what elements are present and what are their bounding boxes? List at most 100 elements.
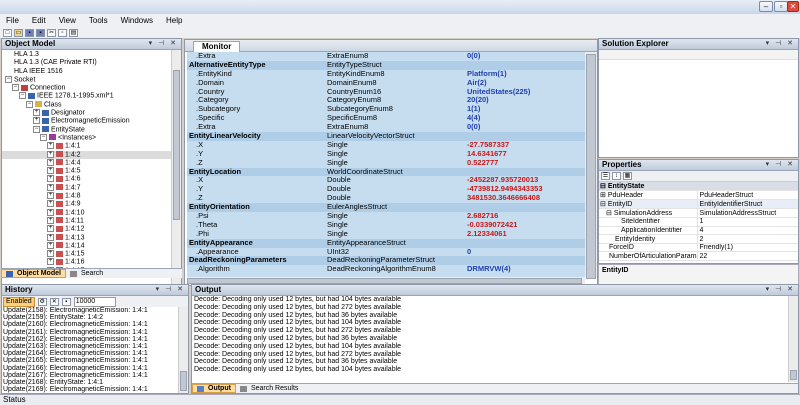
collapse-icon[interactable]: − bbox=[40, 133, 47, 141]
tree-item[interactable]: + Designator bbox=[2, 109, 171, 117]
cut-icon[interactable]: ✂ bbox=[47, 28, 56, 37]
save-all-icon[interactable]: ▪ bbox=[36, 28, 45, 37]
tree-item[interactable]: +1:4:8 bbox=[2, 192, 171, 200]
monitor-row[interactable]: .Y Single 14.6341677 bbox=[187, 149, 585, 159]
history-item[interactable]: Update(2166): ElectromagneticEmission: 1… bbox=[2, 365, 178, 372]
monitor-row[interactable]: .Algorithm DeadReckoningAlgorithmEnum8 DRM… bbox=[187, 264, 585, 274]
menu-tools[interactable]: Tools bbox=[89, 16, 108, 25]
property-value[interactable]: PduHeaderStruct bbox=[696, 190, 798, 201]
tree-item[interactable]: +1:4:2 bbox=[2, 150, 171, 159]
maximize-icon[interactable]: ▫ bbox=[774, 1, 788, 12]
history-item[interactable]: Update(2159): EntityState: 1:4:2 bbox=[2, 314, 178, 321]
history-scrollbar[interactable] bbox=[178, 307, 188, 393]
monitor-row[interactable]: .Country CountryEnum16 UnitedStates(225) bbox=[187, 87, 585, 97]
property-value[interactable]: 4 bbox=[696, 226, 798, 236]
tree-item[interactable]: HLA 1.3 (CAE Private RTI) bbox=[2, 59, 171, 67]
property-row[interactable]: ⊞ PduHeader PduHeaderStruct bbox=[599, 190, 798, 201]
menu-edit[interactable]: Edit bbox=[32, 16, 46, 25]
property-row[interactable]: ⊟ SimulationAddress SimulationAddressStru… bbox=[599, 208, 798, 219]
filter-icon[interactable]: ⚙ bbox=[37, 297, 47, 306]
print-icon[interactable]: ▤ bbox=[69, 28, 78, 37]
tab-output[interactable]: Output bbox=[192, 384, 236, 393]
expand-icon[interactable]: + bbox=[47, 225, 54, 233]
monitor-row[interactable]: .Psi Single 2.682716 bbox=[187, 211, 585, 221]
property-row[interactable]: EntityIdentity 2 bbox=[599, 234, 798, 244]
monitor-row[interactable]: EntityOrientation EulerAnglesStruct bbox=[187, 202, 585, 213]
pin-icon[interactable]: ▾ ⊣ ✕ bbox=[766, 285, 795, 295]
tree-item[interactable]: − Socket bbox=[2, 75, 171, 84]
property-value[interactable]: 1 bbox=[696, 217, 798, 227]
tree-item[interactable]: +1:4:7 bbox=[2, 183, 171, 192]
property-row[interactable]: ⊟ EntityState bbox=[599, 182, 798, 192]
enabled-toggle[interactable]: Enabled bbox=[3, 296, 35, 307]
tree-item[interactable]: HLA IEEE 1516 bbox=[2, 68, 171, 76]
property-value[interactable]: 22 bbox=[696, 251, 798, 262]
tree-item[interactable]: +1:4:15 bbox=[2, 250, 171, 258]
menu-help[interactable]: Help bbox=[166, 16, 182, 25]
history-item[interactable]: Update(2162): ElectromagneticEmission: 1… bbox=[2, 336, 178, 343]
expand-icon[interactable]: + bbox=[33, 109, 40, 117]
menu-file[interactable]: File bbox=[6, 16, 19, 25]
property-row[interactable]: ⊟ EntityID EntityIdentifierStruct bbox=[599, 199, 798, 210]
expand-icon[interactable]: + bbox=[47, 216, 54, 224]
property-row[interactable]: NumberOfArticulationParam 22 bbox=[599, 251, 798, 262]
history-item[interactable]: Update(2160): ElectromagneticEmission: 1… bbox=[2, 321, 178, 328]
tree-item[interactable]: +1:4:13 bbox=[2, 233, 171, 242]
tree-item[interactable]: +1:4:5 bbox=[2, 167, 171, 175]
expand-icon[interactable]: + bbox=[47, 192, 54, 200]
menu-windows[interactable]: Windows bbox=[121, 16, 153, 25]
collapse-icon[interactable]: − bbox=[19, 92, 26, 100]
collapse-icon[interactable]: − bbox=[33, 125, 40, 133]
property-value[interactable]: 2 bbox=[696, 234, 798, 244]
expand-icon[interactable]: + bbox=[47, 200, 54, 208]
tree-item[interactable]: +1:4:4 bbox=[2, 158, 171, 167]
expand-icon[interactable]: + bbox=[47, 258, 54, 266]
expand-icon[interactable]: + bbox=[47, 167, 54, 175]
collapse-icon[interactable]: − bbox=[12, 84, 19, 92]
tree-item[interactable]: − IEEE 1278.1-1995.xml*1 bbox=[2, 92, 171, 100]
tab-object-model[interactable]: Object Model bbox=[1, 269, 66, 278]
tree-item[interactable]: +1:4:1 bbox=[2, 142, 171, 150]
history-item[interactable]: Update(2158): ElectromagneticEmission: 1… bbox=[2, 307, 178, 314]
expand-icon[interactable]: + bbox=[47, 175, 54, 183]
tree-item[interactable]: − <Instances> bbox=[2, 133, 171, 142]
tree-item[interactable]: +1:4:9 bbox=[2, 200, 171, 208]
history-limit-input[interactable]: 10000 bbox=[73, 296, 116, 307]
close-icon[interactable]: ✕ bbox=[787, 1, 799, 12]
property-value[interactable]: EntityIdentifierStruct bbox=[696, 199, 798, 210]
history-item[interactable]: Update(2161): ElectromagneticEmission: 1… bbox=[2, 329, 178, 336]
pin-icon[interactable]: ▾ ⊣ ✕ bbox=[156, 285, 185, 295]
tree-item[interactable]: +1:4:12 bbox=[2, 225, 171, 233]
tree-item[interactable]: +1:4:16 bbox=[2, 258, 171, 266]
monitor-row[interactable]: .EntityKind EntityKindEnum8 Platform(1) bbox=[187, 69, 585, 79]
monitor-row[interactable]: .Subcategory SubcategoryEnum8 1(1) bbox=[187, 104, 585, 114]
tree-item[interactable]: +1:4:14 bbox=[2, 241, 171, 250]
expand-icon[interactable]: + bbox=[47, 150, 54, 158]
expand-icon[interactable]: ⊞ bbox=[600, 192, 608, 199]
monitor-row[interactable]: .Theta Single -0.0339072421 bbox=[187, 220, 585, 230]
expand-icon[interactable]: ⊟ bbox=[606, 210, 614, 217]
property-row[interactable]: SiteIdentifier 1 bbox=[599, 217, 798, 227]
expand-icon[interactable]: ⊟ bbox=[600, 183, 608, 190]
tree-item[interactable]: +1:4:6 bbox=[2, 175, 171, 183]
history-item[interactable]: Update(2169): ElectromagneticEmission: 1… bbox=[2, 386, 178, 393]
history-item[interactable]: Update(2167): ElectromagneticEmission: 1… bbox=[2, 372, 178, 379]
tree-item[interactable]: HLA 1.3 bbox=[2, 51, 171, 59]
pin-icon[interactable]: ▾ ⊣ ✕ bbox=[766, 160, 795, 170]
new-icon[interactable]: □ bbox=[3, 28, 12, 37]
property-value[interactable]: Friendly(1) bbox=[696, 243, 798, 253]
tree-item[interactable]: − EntityState bbox=[2, 125, 171, 134]
tree-item[interactable]: − Connection bbox=[2, 84, 171, 92]
collapse-icon[interactable]: − bbox=[26, 100, 33, 108]
expand-icon[interactable]: + bbox=[47, 142, 54, 150]
object-model-scrollbar[interactable] bbox=[171, 50, 181, 284]
tree-item[interactable]: +1:4:10 bbox=[2, 208, 171, 217]
monitor-row[interactable]: .X Single -27.7587337 bbox=[187, 140, 585, 150]
property-pages-icon[interactable]: ▦ bbox=[623, 172, 632, 180]
expand-icon[interactable]: + bbox=[47, 250, 54, 258]
expand-icon[interactable]: + bbox=[47, 183, 54, 191]
history-item[interactable]: Update(2164): ElectromagneticEmission: 1… bbox=[2, 350, 178, 357]
categorized-icon[interactable]: ☰ bbox=[601, 172, 610, 180]
property-row[interactable]: ApplicationIdentifier 4 bbox=[599, 226, 798, 236]
monitor-row[interactable]: EntityAppearance EntityAppearanceStruct bbox=[187, 238, 585, 248]
